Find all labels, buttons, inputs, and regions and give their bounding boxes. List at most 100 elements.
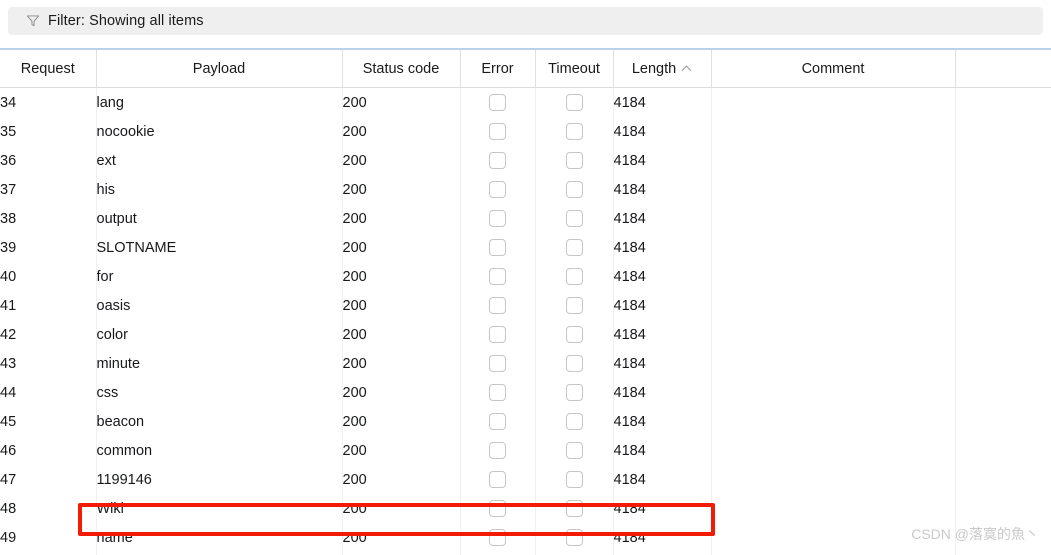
timeout-checkbox[interactable] xyxy=(565,297,583,314)
timeout-checkbox[interactable] xyxy=(565,384,583,401)
timeout-cell xyxy=(535,407,614,436)
timeout-cell xyxy=(535,523,614,552)
error-checkbox[interactable] xyxy=(489,297,506,314)
timeout-checkbox[interactable] xyxy=(565,326,583,343)
cell-comment xyxy=(711,146,956,175)
table-row[interactable]: 44 css 200 4184 xyxy=(0,378,1051,407)
cell-filler xyxy=(955,436,1051,465)
cell-filler xyxy=(955,233,1051,262)
results-table-container: Request Payload Status code Error Timeou… xyxy=(0,48,1051,555)
timeout-checkbox[interactable] xyxy=(565,413,583,430)
error-checkbox[interactable] xyxy=(489,442,506,459)
cell-length: 4184 xyxy=(613,204,712,233)
timeout-checkbox[interactable] xyxy=(565,471,583,488)
error-checkbox[interactable] xyxy=(489,471,506,488)
timeout-checkbox[interactable] xyxy=(565,181,583,198)
error-cell xyxy=(460,291,536,320)
timeout-cell xyxy=(535,494,614,523)
error-cell xyxy=(460,465,536,494)
column-header-timeout[interactable]: Timeout xyxy=(535,50,614,88)
table-row[interactable]: 39 SLOTNAME 200 4184 xyxy=(0,233,1051,262)
error-cell xyxy=(460,146,536,175)
timeout-checkbox[interactable] xyxy=(565,94,583,111)
timeout-checkbox[interactable] xyxy=(565,210,583,227)
table-row[interactable]: 41 oasis 200 4184 xyxy=(0,291,1051,320)
error-checkbox[interactable] xyxy=(489,268,506,285)
table-row[interactable]: 47 1199146 200 4184 xyxy=(0,465,1051,494)
table-row[interactable]: 49 name 200 4184 xyxy=(0,523,1051,552)
cell-payload: 1199146 xyxy=(96,465,343,494)
cell-comment xyxy=(711,407,956,436)
filter-bar[interactable]: Filter: Showing all items xyxy=(8,7,1043,35)
cell-payload: oasis xyxy=(96,291,343,320)
error-cell xyxy=(460,378,536,407)
error-checkbox[interactable] xyxy=(489,384,506,401)
column-header-request[interactable]: Request xyxy=(0,50,97,88)
cell-filler xyxy=(955,494,1051,523)
timeout-checkbox[interactable] xyxy=(565,355,583,372)
error-checkbox[interactable] xyxy=(489,413,506,430)
timeout-cell xyxy=(535,436,614,465)
cell-payload: Wiki xyxy=(96,494,343,523)
error-checkbox[interactable] xyxy=(489,355,506,372)
timeout-cell xyxy=(535,465,614,494)
timeout-checkbox[interactable] xyxy=(565,123,583,140)
table-row[interactable]: 42 color 200 4184 xyxy=(0,320,1051,349)
table-row[interactable]: 46 common 200 4184 xyxy=(0,436,1051,465)
timeout-cell xyxy=(535,320,614,349)
error-checkbox[interactable] xyxy=(489,210,506,227)
table-row[interactable]: 45 beacon 200 4184 xyxy=(0,407,1051,436)
cell-request: 44 xyxy=(0,378,97,407)
error-checkbox[interactable] xyxy=(489,123,506,140)
timeout-checkbox[interactable] xyxy=(565,152,583,169)
timeout-checkbox[interactable] xyxy=(565,268,583,285)
cell-length: 4184 xyxy=(613,378,712,407)
cell-request: 45 xyxy=(0,407,97,436)
timeout-cell xyxy=(535,378,614,407)
cell-comment xyxy=(711,349,956,378)
error-checkbox[interactable] xyxy=(489,239,506,256)
timeout-cell xyxy=(535,87,614,117)
cell-request: 47 xyxy=(0,465,97,494)
cell-comment xyxy=(711,494,956,523)
table-row[interactable]: 36 ext 200 4184 xyxy=(0,146,1051,175)
error-checkbox[interactable] xyxy=(489,529,506,546)
column-header-error[interactable]: Error xyxy=(460,50,536,88)
table-row[interactable]: 37 his 200 4184 xyxy=(0,175,1051,204)
table-row[interactable]: 34 lang 200 4184 xyxy=(0,87,1051,117)
cell-filler xyxy=(955,349,1051,378)
cell-request: 49 xyxy=(0,523,97,552)
cell-request: 34 xyxy=(0,87,97,117)
table-row[interactable]: 35 nocookie 200 4184 xyxy=(0,117,1051,146)
column-header-length[interactable]: Length xyxy=(613,50,712,88)
error-checkbox[interactable] xyxy=(489,94,506,111)
cell-request: 38 xyxy=(0,204,97,233)
error-checkbox[interactable] xyxy=(489,181,506,198)
cell-comment xyxy=(711,291,956,320)
column-header-filler xyxy=(955,50,1051,88)
cell-status-code: 200 xyxy=(342,465,461,494)
timeout-cell xyxy=(535,117,614,146)
timeout-checkbox[interactable] xyxy=(565,529,583,546)
table-row[interactable]: 38 output 200 4184 xyxy=(0,204,1051,233)
cell-status-code: 200 xyxy=(342,233,461,262)
error-checkbox[interactable] xyxy=(489,152,506,169)
cell-status-code: 200 xyxy=(342,378,461,407)
error-cell xyxy=(460,349,536,378)
cell-status-code: 200 xyxy=(342,175,461,204)
error-checkbox[interactable] xyxy=(489,500,506,517)
error-cell xyxy=(460,494,536,523)
table-row[interactable]: 40 for 200 4184 xyxy=(0,262,1051,291)
column-header-payload[interactable]: Payload xyxy=(96,50,343,88)
cell-length: 4184 xyxy=(613,349,712,378)
column-header-status-code[interactable]: Status code xyxy=(342,50,461,88)
table-row[interactable]: 48 Wiki 200 4184 xyxy=(0,494,1051,523)
column-header-comment[interactable]: Comment xyxy=(711,50,956,88)
error-cell xyxy=(460,262,536,291)
timeout-checkbox[interactable] xyxy=(565,239,583,256)
timeout-checkbox[interactable] xyxy=(565,500,583,517)
table-row[interactable]: 43 minute 200 4184 xyxy=(0,349,1051,378)
error-checkbox[interactable] xyxy=(489,326,506,343)
timeout-checkbox[interactable] xyxy=(565,442,583,459)
cell-payload: common xyxy=(96,436,343,465)
